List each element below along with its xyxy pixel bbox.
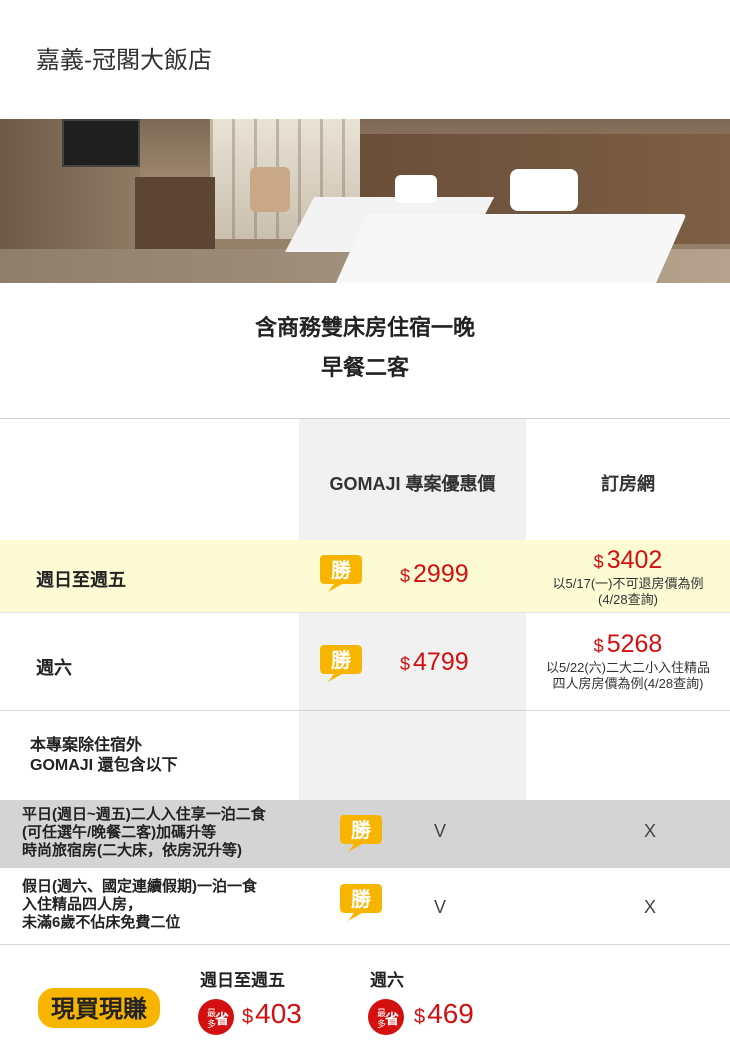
divider (0, 612, 730, 613)
hotel-name: 嘉義-冠閣大飯店 (36, 47, 212, 74)
check-mark: V (434, 897, 447, 917)
booking-note: 四人房房價為例(4/28查詢) (552, 676, 704, 691)
max-save-badge-icon: 最多省 (366, 998, 406, 1036)
booking-price-weekday: $3402 以5/17(一)不可退房價為例 (4/28查詢) (526, 546, 730, 608)
feature-label: 假日(週六、國定連續假期)一泊一食 入住精品四人房， 未滿6歲不佔床免費二位 (22, 878, 257, 931)
savings-amount-weekday: $403 (242, 998, 302, 1029)
cross-mark: X (644, 821, 657, 841)
svg-text:勝: 勝 (351, 818, 372, 842)
win-badge-icon: 勝 (318, 551, 364, 593)
hotel-room-photo (0, 119, 730, 283)
win-badge-icon: 勝 (338, 880, 384, 922)
svg-text:勝: 勝 (331, 558, 352, 582)
win-badge-icon: 勝 (318, 641, 364, 683)
svg-text:現買現賺: 現買現賺 (51, 995, 147, 1023)
svg-text:省: 省 (384, 1011, 399, 1028)
offer-description: 含商務雙床房住宿一晚 早餐二客 (0, 310, 730, 390)
booking-note: (4/28查詢) (598, 592, 658, 607)
header-booking: 訂房網 (601, 474, 655, 494)
check-mark: V (434, 821, 447, 841)
row-label-weekday: 週日至週五 (36, 570, 126, 590)
gomaji-price-weekday: $2999 (400, 560, 469, 588)
booking-price-saturday: $5268 以5/22(六)二大二小入住精品 四人房房價為例(4/28查詢) (526, 630, 730, 692)
gomaji-price-saturday: $4799 (400, 648, 469, 676)
win-badge-icon: 勝 (338, 811, 384, 853)
feature-label: 平日(週日~週五)二人入住享一泊二食 (可任選午/晚餐二客)加碼升等 時尚旅宿房… (22, 806, 266, 859)
offer-line-2: 早餐二客 (320, 355, 409, 380)
divider (0, 944, 730, 945)
svg-text:勝: 勝 (331, 648, 352, 672)
savings-title-saturday: 週六 (370, 971, 404, 990)
svg-text:省: 省 (214, 1011, 229, 1028)
booking-note: 以5/17(一)不可退房價為例 (552, 576, 704, 591)
row-label-saturday: 週六 (36, 658, 72, 678)
savings-amount-saturday: $469 (414, 998, 474, 1029)
max-save-badge-icon: 最多省 (196, 998, 236, 1036)
extra-includes-label: 本專案除住宿外 GOMAJI 還包含以下 (30, 737, 178, 774)
cross-mark: X (644, 897, 657, 917)
offer-line-1: 含商務雙床房住宿一晚 (254, 315, 475, 340)
savings-title-weekday: 週日至週五 (200, 971, 285, 990)
svg-text:勝: 勝 (351, 887, 372, 911)
buy-and-earn-logo: 現買現賺 (36, 984, 162, 1032)
divider (0, 710, 730, 711)
booking-note: 以5/22(六)二大二小入住精品 (546, 660, 710, 675)
header-gomaji: GOMAJI 專案優惠價 (329, 474, 496, 494)
